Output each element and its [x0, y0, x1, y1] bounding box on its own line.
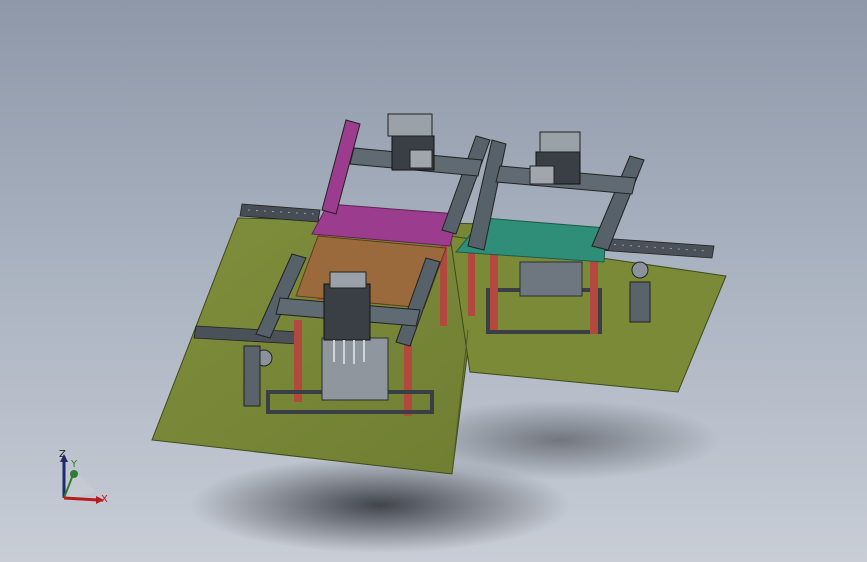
triad-x-label: X	[101, 494, 108, 505]
triad-x-axis	[63, 496, 99, 502]
right-post-2	[590, 256, 598, 334]
right-nozzle-block	[539, 131, 581, 153]
coordinate-triad[interactable]: Z Y X	[44, 446, 120, 516]
front-nozzle-block	[329, 271, 367, 289]
left-nozzle-block	[387, 113, 433, 137]
cad-model-render[interactable]	[0, 0, 867, 562]
magenta-gantry-beam-left[interactable]	[321, 119, 361, 215]
left-post-1	[294, 320, 302, 402]
coordinate-triad-icon	[60, 454, 104, 504]
right-post-3	[468, 246, 475, 316]
right-drive-wheel	[631, 261, 649, 279]
rail-right[interactable]	[597, 237, 715, 259]
teal-gantry-beam-right[interactable]	[591, 155, 645, 251]
front-side-motor	[243, 345, 261, 407]
cad-viewport[interactable]: Z Y X	[0, 0, 867, 562]
left-carriage	[409, 149, 433, 169]
triad-z-label: Z	[59, 449, 66, 460]
right-carriage	[529, 165, 555, 185]
right-post-1	[490, 250, 498, 330]
right-side-motor	[629, 281, 651, 323]
right-motor-box	[519, 261, 583, 297]
triad-y-label: Y	[71, 459, 78, 470]
triad-y-head	[70, 470, 78, 478]
front-print-head[interactable]	[323, 283, 371, 341]
